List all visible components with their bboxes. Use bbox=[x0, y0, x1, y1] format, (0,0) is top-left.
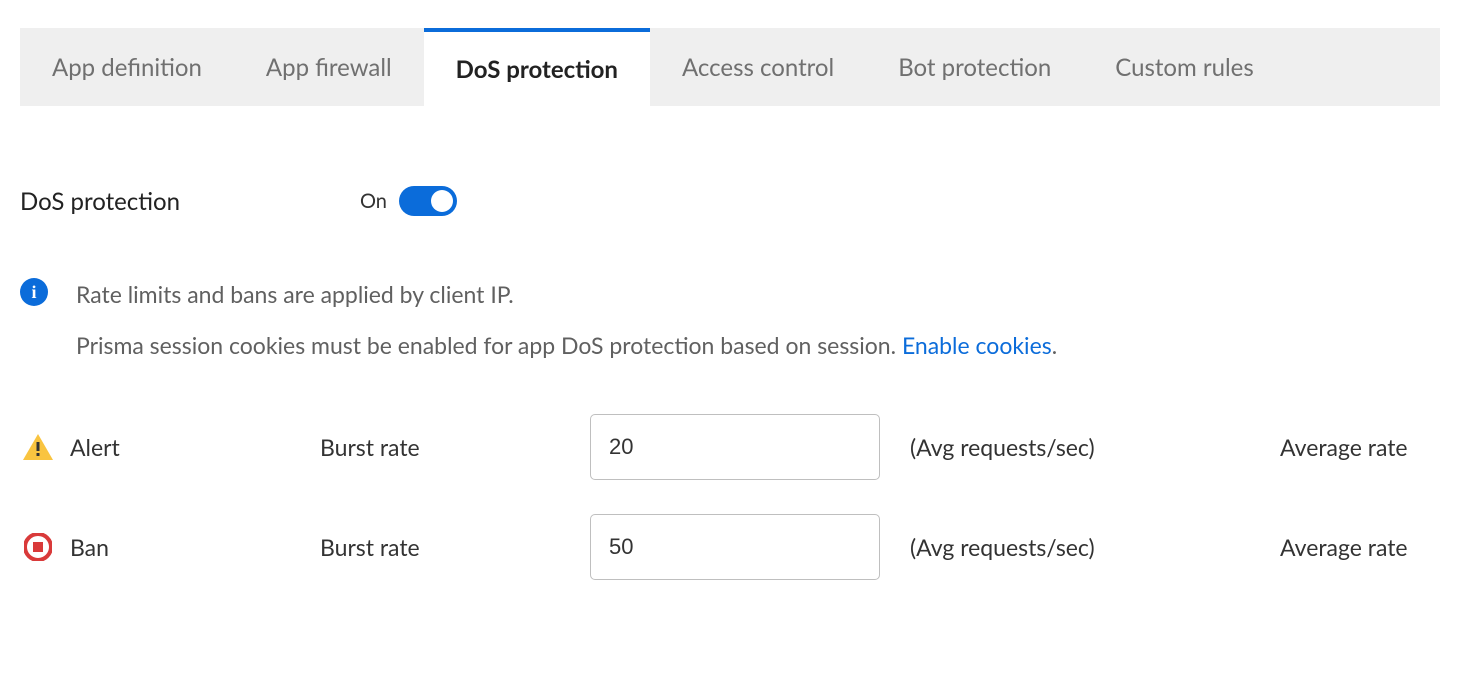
info-line1: Rate limits and bans are applied by clie… bbox=[76, 276, 1057, 313]
info-line2-text: Prisma session cookies must be enabled f… bbox=[76, 331, 902, 359]
tabs: App definition App firewall DoS protecti… bbox=[20, 28, 1440, 106]
tab-bot-protection[interactable]: Bot protection bbox=[866, 28, 1083, 106]
info-icon: i bbox=[20, 278, 48, 306]
toggle-knob bbox=[431, 190, 453, 212]
alert-average-label: Average rate bbox=[1280, 433, 1408, 461]
ban-average-label: Average rate bbox=[1280, 533, 1408, 561]
tab-app-definition[interactable]: App definition bbox=[20, 28, 234, 106]
info-box: i Rate limits and bans are applied by cl… bbox=[20, 276, 1440, 364]
section-title: DoS protection bbox=[20, 187, 360, 216]
info-line2: Prisma session cookies must be enabled f… bbox=[76, 327, 1057, 364]
dos-protection-toggle[interactable] bbox=[399, 186, 457, 216]
ban-burst-label: Burst rate bbox=[320, 533, 590, 561]
alert-burst-input[interactable] bbox=[590, 414, 880, 480]
tab-app-firewall[interactable]: App firewall bbox=[234, 28, 424, 106]
ban-stop-icon bbox=[20, 531, 56, 563]
ban-unit: (Avg requests/sec) bbox=[910, 533, 1280, 561]
tab-dos-protection[interactable]: DoS protection bbox=[424, 28, 650, 106]
alert-unit: (Avg requests/sec) bbox=[910, 433, 1280, 461]
toggle-label: On bbox=[360, 189, 387, 213]
enable-cookies-link[interactable]: Enable cookies bbox=[902, 331, 1052, 359]
ban-label: Ban bbox=[70, 533, 320, 561]
alert-burst-label: Burst rate bbox=[320, 433, 590, 461]
alert-warning-icon bbox=[20, 431, 56, 463]
tab-access-control[interactable]: Access control bbox=[650, 28, 866, 106]
alert-label: Alert bbox=[70, 433, 320, 461]
tab-custom-rules[interactable]: Custom rules bbox=[1083, 28, 1286, 106]
info-line2-suffix: . bbox=[1052, 331, 1057, 359]
ban-burst-input[interactable] bbox=[590, 514, 880, 580]
